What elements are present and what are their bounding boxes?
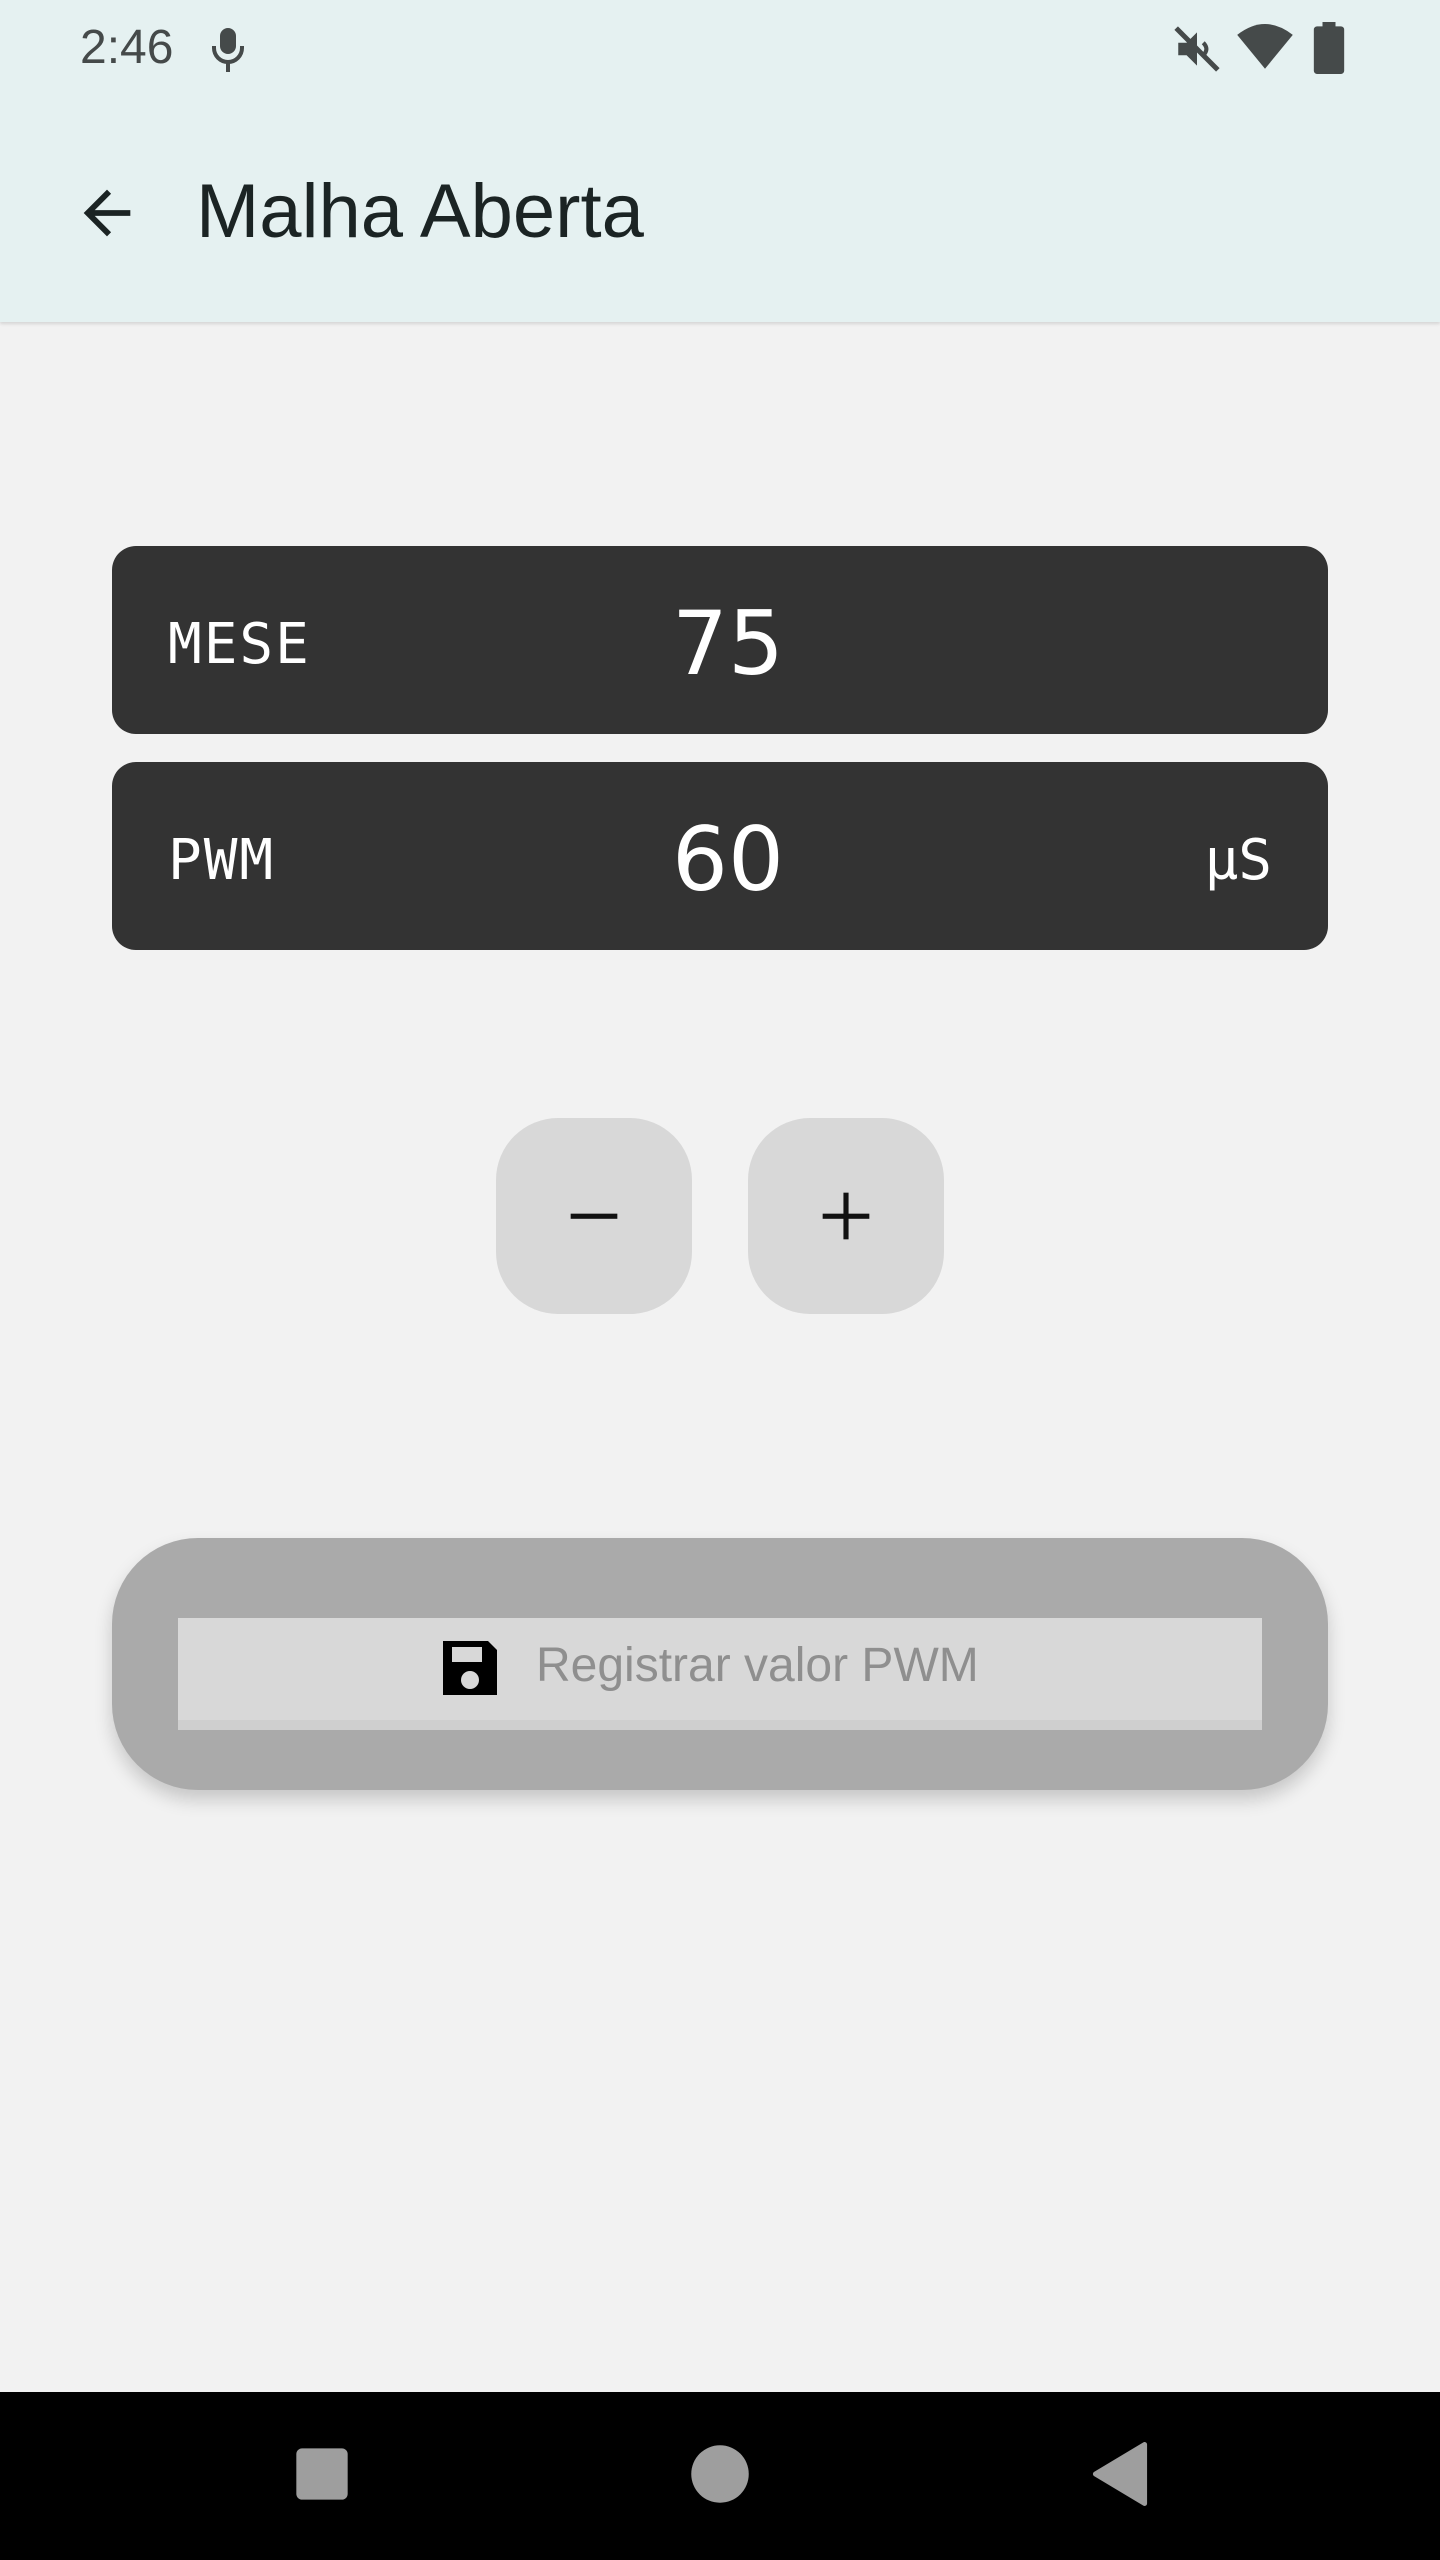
- page-title: Malha Aberta: [196, 169, 644, 254]
- save-button-inner[interactable]: Registrar valor PWM: [178, 1618, 1262, 1730]
- mese-readout: MESE 75: [112, 546, 1328, 734]
- mese-value: 75: [672, 592, 784, 695]
- arrow-left-icon[interactable]: [72, 178, 142, 248]
- mic-icon: [208, 26, 248, 79]
- wifi-icon: [1236, 22, 1294, 77]
- pwm-label: PWM: [168, 828, 276, 893]
- top-bar: 2:46 Malha Aberta: [0, 0, 1440, 322]
- decrement-button[interactable]: [496, 1118, 692, 1314]
- mese-label: MESE: [168, 612, 311, 677]
- mute-icon: [1172, 24, 1222, 79]
- pwm-value: 60: [672, 808, 784, 911]
- increment-button[interactable]: [748, 1118, 944, 1314]
- save-button-label: Registrar valor PWM: [536, 1639, 979, 1692]
- navigation-bar: [0, 2392, 1440, 2560]
- back-icon[interactable]: [1090, 2442, 1150, 2511]
- pwm-unit: µS: [1204, 828, 1272, 893]
- minus-icon: [570, 1213, 618, 1219]
- battery-icon: [1312, 22, 1346, 79]
- status-time: 2:46: [80, 21, 174, 74]
- home-icon[interactable]: [690, 2444, 750, 2509]
- plus-icon: [822, 1192, 870, 1240]
- floppy-disk-icon: [434, 1632, 506, 1709]
- recent-apps-icon[interactable]: [294, 2446, 350, 2507]
- save-button[interactable]: Registrar valor PWM: [112, 1538, 1328, 1790]
- pwm-readout: PWM 60 µS: [112, 762, 1328, 950]
- status-bar: 2:46: [0, 0, 1440, 96]
